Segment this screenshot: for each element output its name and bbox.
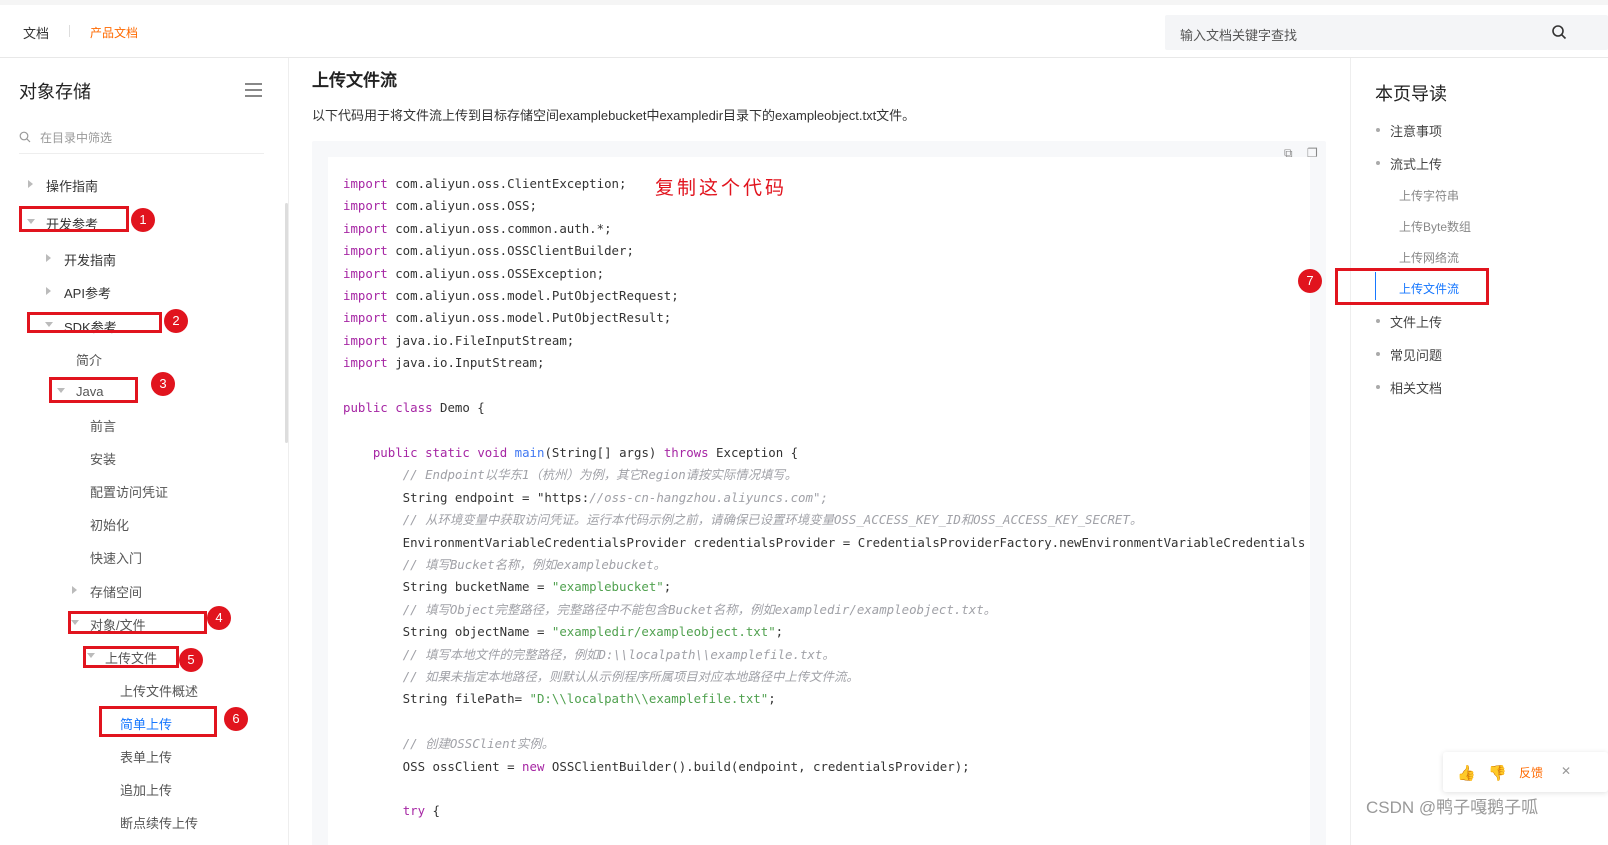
- watermark: CSDN @鸭子嘎鹅子呱: [1366, 798, 1539, 817]
- sidebar-title: 对象存储: [19, 82, 91, 102]
- annotation-box-3: [49, 377, 138, 403]
- toc-item-label: 文件上传: [1390, 315, 1443, 330]
- sidebar-item-install[interactable]: 安装: [90, 449, 116, 468]
- toc-title: 本页导读: [1375, 84, 1447, 104]
- annotation-box-5: [83, 646, 179, 668]
- sidebar-item-append-upload[interactable]: 追加上传: [120, 780, 172, 799]
- bullet-icon: [1376, 385, 1380, 389]
- annotation-copy-code: 复制这个代码: [655, 177, 788, 199]
- feedback-button[interactable]: 反馈: [1519, 764, 1543, 781]
- sidebar-scrollbar[interactable]: [285, 203, 288, 443]
- annotation-box-2: [27, 312, 162, 333]
- sidebar-item-quickstart[interactable]: 快速入门: [90, 548, 142, 567]
- annotation-badge-6: 6: [224, 707, 248, 731]
- toc-item-label: 相关文档: [1390, 381, 1443, 396]
- chevron-right-icon: [46, 254, 51, 262]
- annotation-box-4: [68, 611, 207, 634]
- search-icon[interactable]: [1551, 24, 1567, 40]
- annotation-box-6: [99, 706, 217, 737]
- chevron-right-icon: [72, 586, 77, 594]
- sidebar-item-init[interactable]: 初始化: [90, 515, 129, 534]
- sidebar-item-credentials[interactable]: 配置访问凭证: [90, 482, 168, 501]
- annotation-badge-3: 3: [151, 372, 175, 396]
- chevron-right-icon: [28, 180, 33, 188]
- annotation-badge-1: 1: [131, 208, 155, 232]
- sidebar-item-api-reference[interactable]: API参考: [64, 283, 111, 302]
- sidebar-item-resumable-upload[interactable]: 断点续传上传: [120, 813, 198, 832]
- page-title: 上传文件流: [312, 71, 397, 90]
- search-placeholder: 输入文档关键字查找: [1180, 28, 1298, 43]
- sidebar-item-bucket[interactable]: 存储空间: [90, 582, 142, 601]
- product-docs-link[interactable]: 产品文档: [90, 24, 138, 41]
- thumbs-up-icon[interactable]: 👍: [1457, 764, 1476, 782]
- sidebar-item-upload-overview[interactable]: 上传文件概述: [120, 681, 198, 700]
- top-shadow: [0, 0, 1608, 5]
- bullet-icon: [1376, 161, 1380, 165]
- annotation-box-7: [1335, 268, 1489, 305]
- main-content: 上传文件流 以下代码用于将文件流上传到目标存储空间examplebucket中e…: [290, 58, 1350, 845]
- sidebar-item-intro[interactable]: 简介: [76, 350, 102, 369]
- page-description: 以下代码用于将文件流上传到目标存储空间examplebucket中example…: [312, 108, 916, 123]
- toc-item-label: 注意事项: [1390, 124, 1443, 139]
- code-text[interactable]: import com.aliyun.oss.ClientException; i…: [343, 173, 1305, 823]
- annotation-badge-5: 5: [179, 648, 203, 672]
- thumbs-down-icon[interactable]: 👎: [1488, 764, 1507, 782]
- brand-docs-link[interactable]: 文档: [23, 23, 49, 42]
- feedback-widget: 👍 👎 反馈 ✕: [1443, 752, 1608, 792]
- toc-item-stream-upload[interactable]: 流式上传: [1376, 154, 1443, 173]
- brand-divider: [69, 25, 70, 37]
- annotation-badge-2: 2: [164, 309, 188, 333]
- code-block: ⧉ ❐ import com.aliyun.oss.ClientExceptio…: [312, 141, 1326, 845]
- toc-item-label: 常见问题: [1390, 348, 1443, 363]
- annotation-badge-7: 7: [1298, 269, 1322, 293]
- close-icon[interactable]: ✕: [1561, 764, 1571, 778]
- toc-item-related-docs[interactable]: 相关文档: [1376, 378, 1443, 397]
- annotation-badge-4: 4: [207, 606, 231, 630]
- sidebar-item-form-upload[interactable]: 表单上传: [120, 747, 172, 766]
- toc-item-upload-bytes[interactable]: 上传Byte数组: [1399, 218, 1471, 235]
- bullet-icon: [1376, 319, 1380, 323]
- bullet-icon: [1376, 128, 1380, 132]
- menu-icon[interactable]: [245, 83, 262, 97]
- code-area[interactable]: import com.aliyun.oss.ClientException; i…: [328, 157, 1310, 845]
- toc-panel: 本页导读 注意事项 流式上传 上传字符串 上传Byte数组 上传网络流 上传文件…: [1350, 58, 1608, 845]
- annotation-box-1: [19, 206, 129, 232]
- sidebar-item-dev-guide[interactable]: 开发指南: [64, 250, 116, 269]
- search-input[interactable]: 输入文档关键字查找: [1165, 15, 1608, 50]
- sidebar-filter-placeholder: 在目录中筛选: [40, 131, 113, 145]
- toc-item-file-upload[interactable]: 文件上传: [1376, 312, 1443, 331]
- chevron-right-icon: [46, 287, 51, 295]
- toc-item-label: 流式上传: [1390, 157, 1443, 172]
- toc-item-notes[interactable]: 注意事项: [1376, 121, 1443, 140]
- top-bar: 文档 产品文档 输入文档关键字查找: [0, 0, 1608, 58]
- toc-item-upload-string[interactable]: 上传字符串: [1399, 187, 1459, 204]
- sidebar-item-preface[interactable]: 前言: [90, 416, 116, 435]
- search-icon: [19, 131, 31, 143]
- bullet-icon: [1376, 352, 1380, 356]
- toc-item-faq[interactable]: 常见问题: [1376, 345, 1443, 364]
- sidebar-filter-input[interactable]: 在目录中筛选: [19, 122, 264, 154]
- toc-item-upload-netstream[interactable]: 上传网络流: [1399, 249, 1459, 266]
- sidebar-item-operation-guide[interactable]: 操作指南: [46, 176, 98, 195]
